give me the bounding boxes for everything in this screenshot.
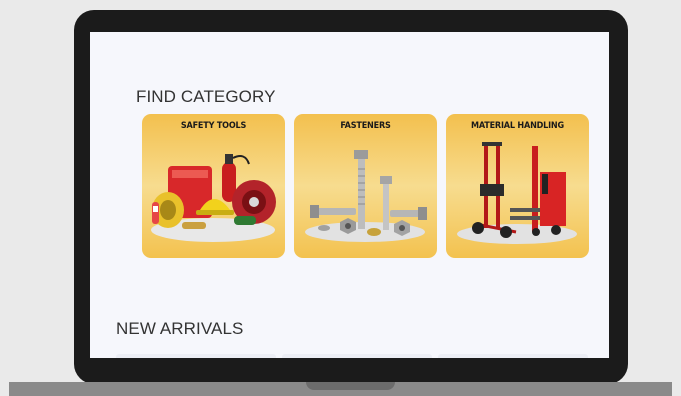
category-card-fasteners[interactable]: FASTENERS <box>294 114 437 258</box>
product-card-partial[interactable] <box>438 354 588 358</box>
laptop-hinge-notch <box>306 382 395 390</box>
category-label: SAFETY TOOLS <box>180 121 247 131</box>
category-card-material-handling[interactable]: MATERIAL HANDLING <box>446 114 589 258</box>
new-arrivals-heading: NEW ARRIVALS <box>116 319 244 338</box>
category-label: MATERIAL HANDLING <box>471 121 564 131</box>
safety-tools-image <box>151 154 276 242</box>
product-card-partial[interactable] <box>116 354 276 358</box>
fasteners-image <box>305 150 427 242</box>
category-label: FASTENERS <box>340 121 391 131</box>
material-handling-image <box>457 142 577 244</box>
laptop-screen: FIND CATEGORY SAFETY TOOLS FASTENERS MAT… <box>90 32 609 358</box>
product-card-partial[interactable] <box>282 354 432 358</box>
category-card-safety-tools[interactable]: SAFETY TOOLS <box>142 114 285 258</box>
find-category-heading: FIND CATEGORY <box>136 87 276 106</box>
